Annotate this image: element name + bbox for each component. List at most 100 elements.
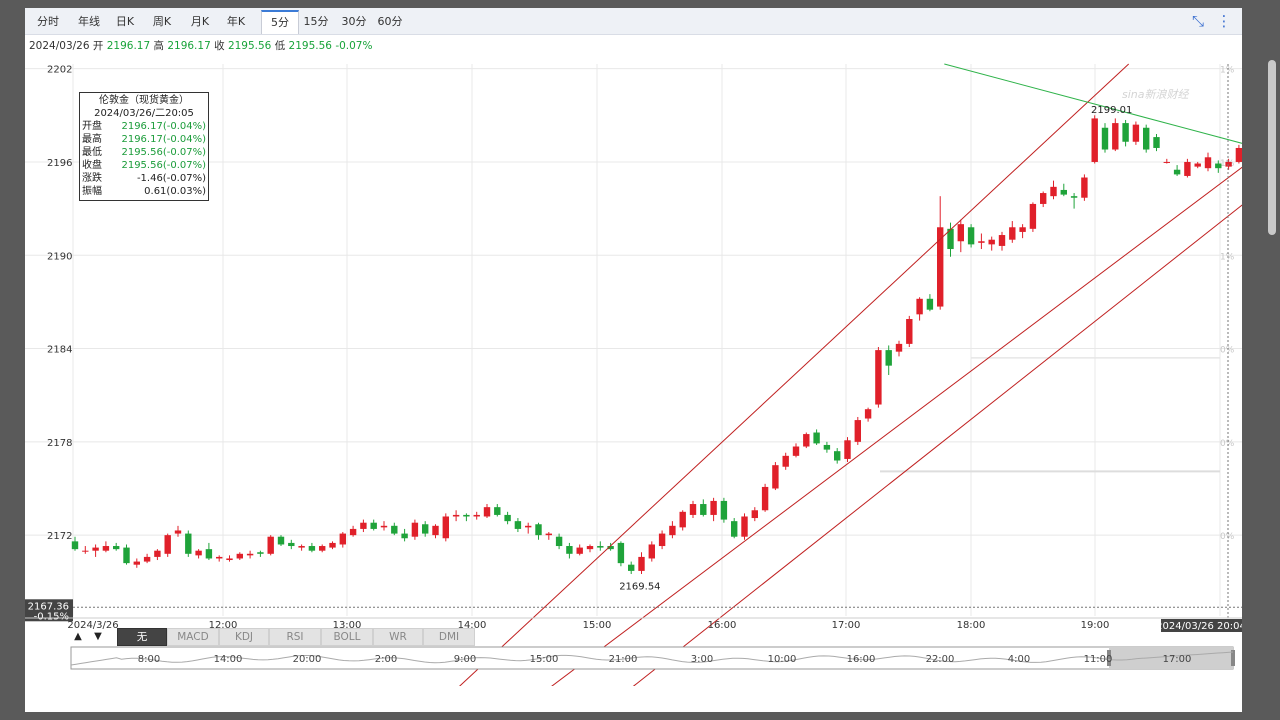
candle-body [679,511,686,528]
candle-body [689,504,697,515]
candle-body [555,536,563,547]
scroll-up-arrow[interactable]: ▲ [71,630,85,644]
candle-body [442,516,449,539]
candle-body [1029,203,1037,229]
indicator-tab-无[interactable]: 无 [117,628,167,646]
candle-body [741,516,748,537]
candle-body [1101,127,1109,150]
candle-body [380,525,388,528]
info-box-row: 最高 2196.17(-0.04%) [80,133,208,146]
y-tick-label: 2196 [47,158,72,169]
candle-body [216,556,223,559]
info-box-row: 开盘 2196.17(-0.04%) [80,120,208,133]
channel-line [459,63,1130,686]
page-scrollbar[interactable] [1268,60,1276,235]
candle-body [535,524,542,536]
candle-body [504,514,511,522]
info-box-label: 开盘 [82,121,102,132]
navigator-time-label: 16:00 [847,654,876,665]
candle-body [1153,137,1160,148]
tab-30分[interactable]: 30分 [339,12,369,32]
candle-body [432,525,439,536]
info-box-row: 涨跌 -1.46(-0.07%) [80,172,208,185]
tab-日K[interactable]: 日K [111,12,139,32]
candle-body [195,550,202,556]
candle-body [1091,118,1098,162]
info-box-row: 振幅 0.61(0.03%) [80,185,208,198]
last-change-label: -0.15% [34,611,69,622]
candle-body [308,546,316,551]
candle-body [277,536,285,545]
navigator-time-label: 8:00 [138,654,160,665]
candle-body [452,514,460,517]
candle-body [617,542,625,564]
candle-body [422,524,429,534]
candle-body [164,535,171,554]
candle-body [185,533,192,554]
high-annotation: 2199.01 [1091,105,1132,116]
tab-5分[interactable]: 5分 [261,10,299,34]
candle-body [761,486,769,511]
candle-body [370,522,377,529]
y-tick-label: 2172 [47,531,72,542]
info-box-row: 最低 2195.56(-0.07%) [80,146,208,159]
candle-body [1194,163,1201,167]
info-box-label: 振幅 [82,186,102,197]
tab-15分[interactable]: 15分 [301,12,331,32]
candle-body [298,546,305,548]
candle-body [267,536,274,554]
candle-body [854,420,861,442]
candle-body [803,434,810,447]
tab-60分[interactable]: 60分 [375,12,405,32]
y-tick-label: 2202 [47,65,72,76]
candle-body [525,525,532,528]
indicator-tab-DMI[interactable]: DMI [423,628,475,646]
candle-body [411,522,419,537]
tab-周K[interactable]: 周K [147,12,177,32]
x-tick-label: 19:00 [1081,620,1110,631]
info-box-value: 2195.56(-0.07%) [121,160,206,171]
y-tick-label: 2190 [47,251,72,262]
indicator-tab-BOLL[interactable]: BOLL [321,628,373,646]
candle-body [288,542,295,547]
candle-body [174,530,182,534]
info-box-value: 2195.56(-0.07%) [121,147,206,158]
indicator-tab-RSI[interactable]: RSI [269,628,321,646]
navigator-time-label: 22:00 [926,654,955,665]
candle-body [967,227,975,245]
info-box-value: 2196.17(-0.04%) [121,121,206,132]
tab-年线[interactable]: 年线 [73,12,105,32]
tab-分时[interactable]: 分时 [33,12,63,32]
tab-月K[interactable]: 月K [185,12,215,32]
candle-body [658,533,666,547]
x-tick-label: 16:00 [708,620,737,631]
candle-body [71,541,79,550]
candle-body [92,547,99,551]
x-tick-label: 17:00 [832,620,861,631]
high-value: 2196.17 [167,40,211,52]
candle-body [1215,163,1222,169]
candle-body [463,514,470,517]
info-box-label: 收盘 [82,160,102,171]
indicator-tab-KDJ[interactable]: KDJ [219,628,269,646]
x-tick-label: 18:00 [957,620,986,631]
y-tick-label: 2178 [47,438,72,449]
info-box-label: 最低 [82,147,102,158]
tab-年K[interactable]: 年K [221,12,251,32]
more-vertical-icon[interactable]: ⋮ [1214,11,1234,31]
candle-body [1060,189,1067,195]
indicator-tab-MACD[interactable]: MACD [167,628,219,646]
info-box-value: -1.46(-0.07%) [136,173,206,184]
collapse-icon[interactable]: ⤡ [1188,11,1208,31]
candle-body [1225,161,1232,167]
channel-line [551,166,1242,686]
candle-body [360,522,367,529]
candle-body [545,533,552,536]
high-label: 高 [153,40,164,52]
scroll-down-arrow[interactable]: ▼ [91,630,105,644]
indicator-tab-WR[interactable]: WR [373,628,423,646]
close-label: 收 [214,40,225,52]
candle-body [154,550,161,557]
candle-body [648,544,655,559]
navigator-time-label: 3:00 [691,654,713,665]
